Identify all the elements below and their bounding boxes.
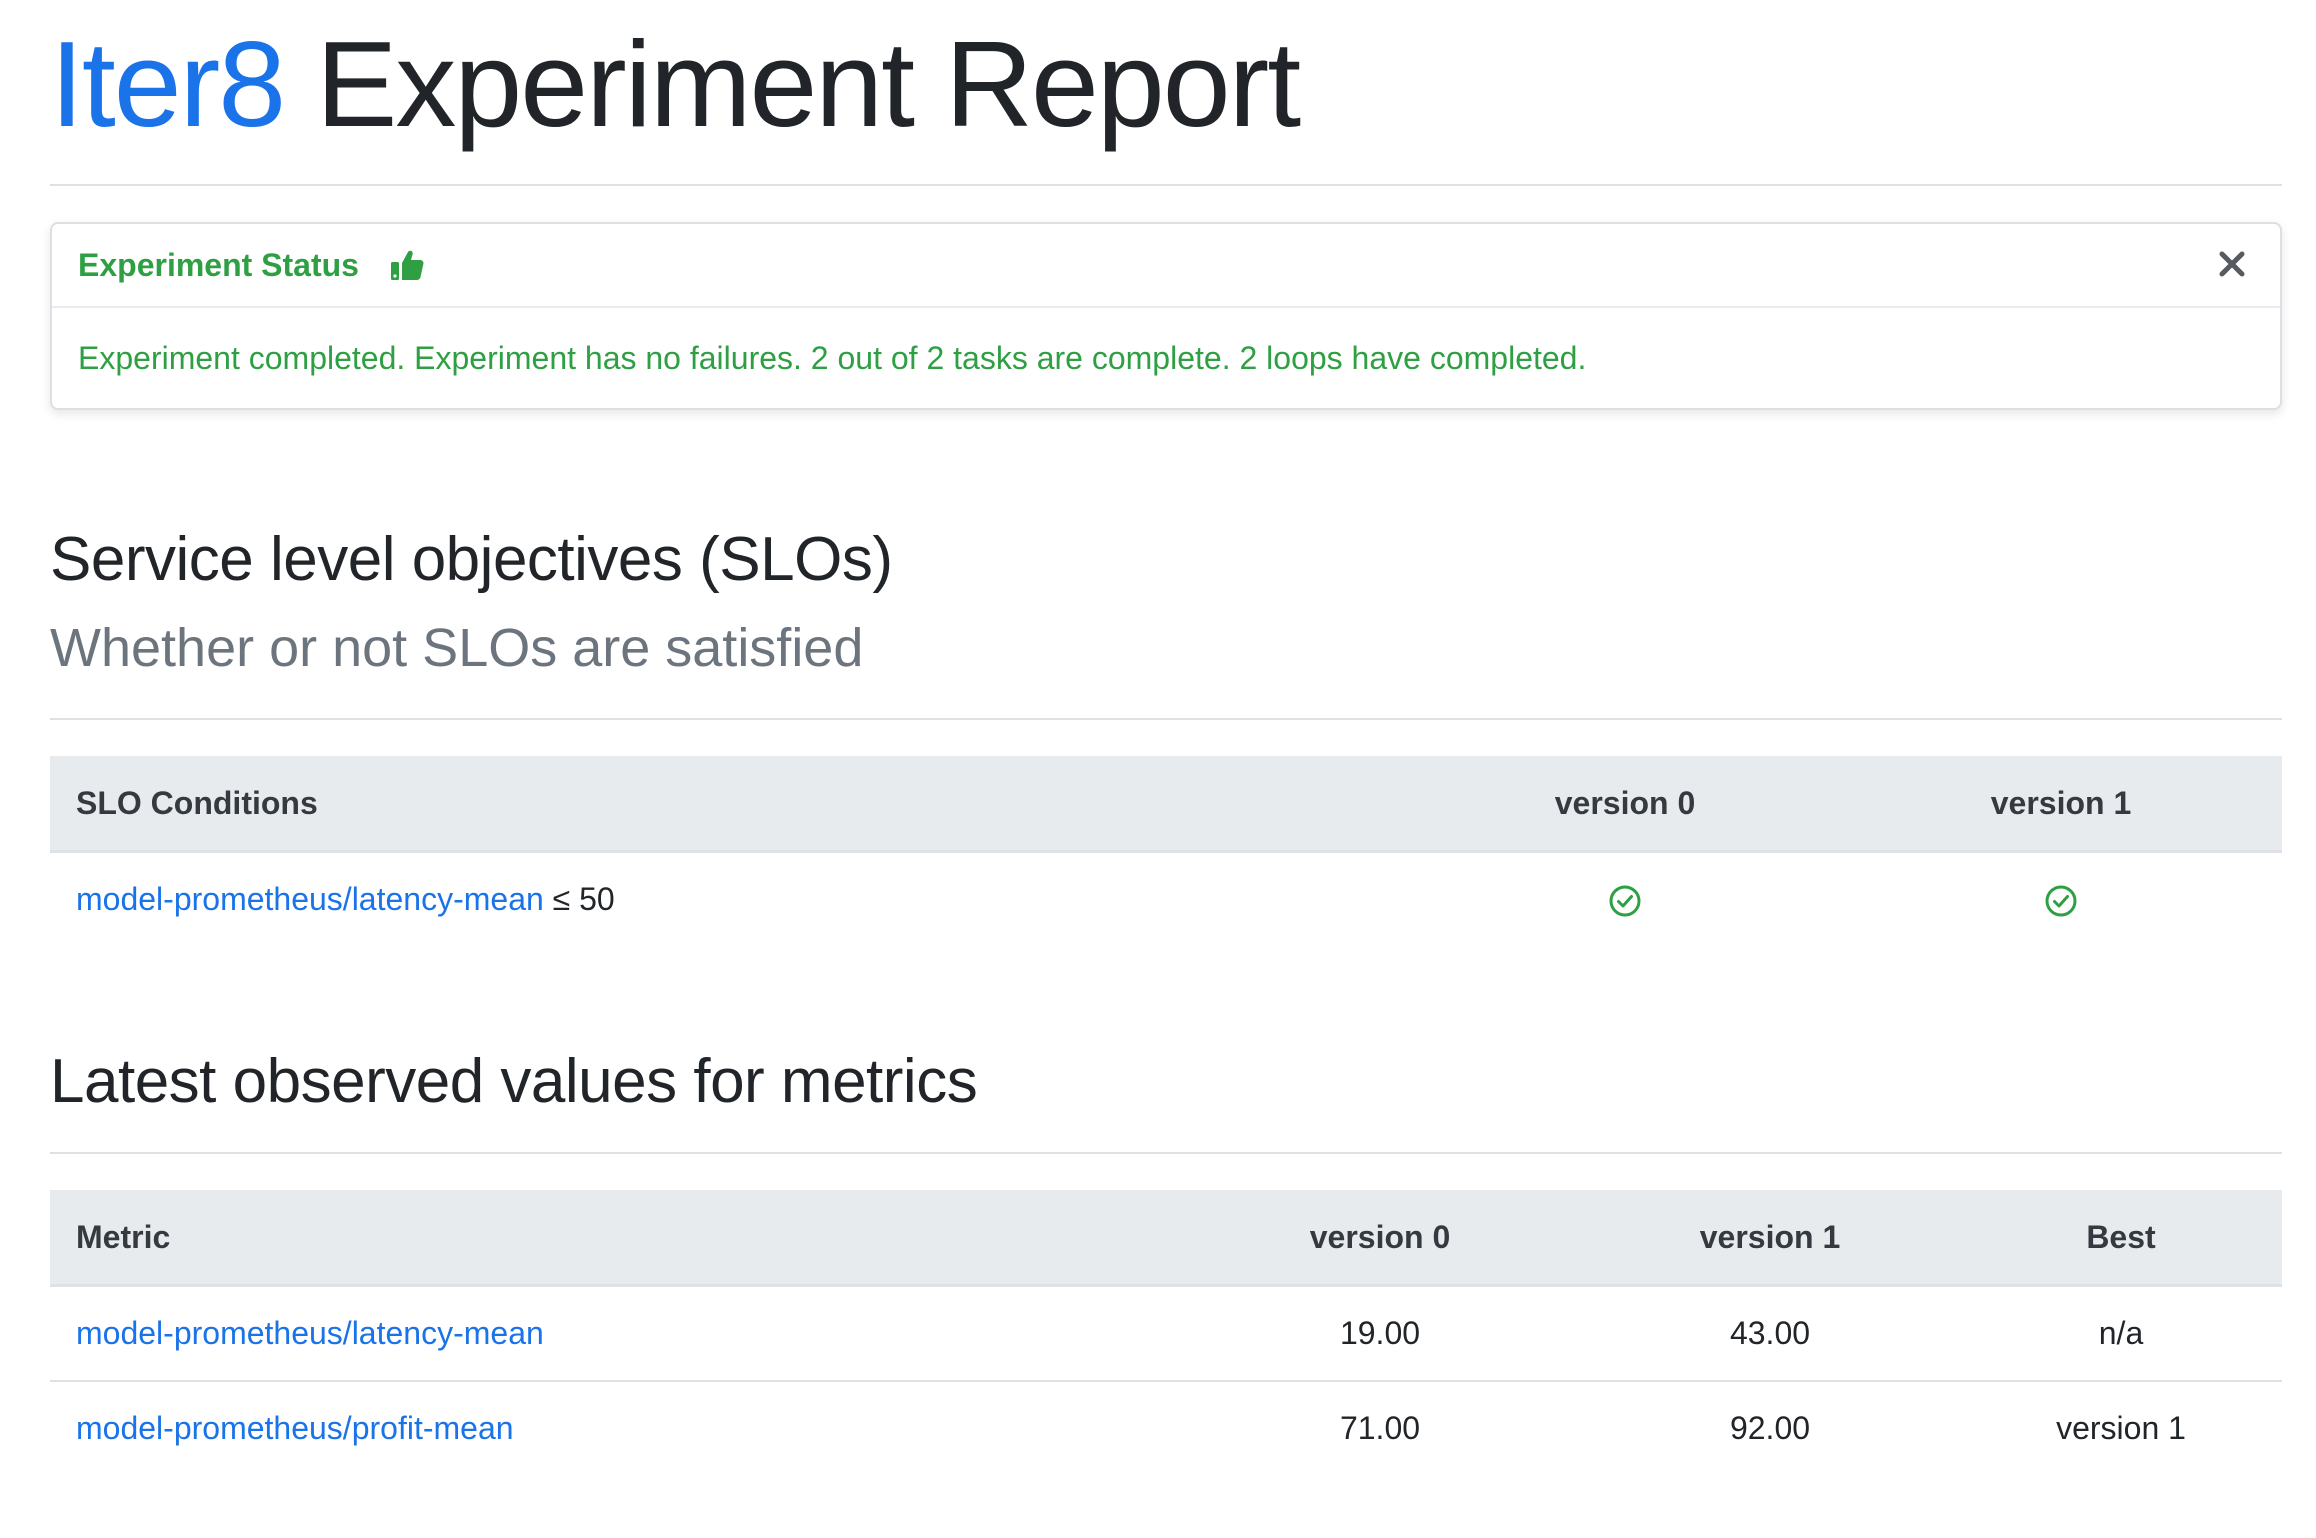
report-page: Iter8 Experiment Report Experiment Statu…	[0, 0, 2316, 1475]
status-title: Experiment Status	[78, 246, 359, 283]
title-divider	[50, 184, 2282, 186]
metric-link[interactable]: model-prometheus/profit-mean	[76, 1410, 514, 1446]
metrics-section: Latest observed values for metrics Metri…	[50, 1046, 2282, 1475]
status-card-header: Experiment Status	[52, 224, 2280, 308]
slo-table: SLO Conditions version 0 version 1 model…	[50, 756, 2282, 946]
slo-col-version1: version 1	[1840, 756, 2282, 853]
slo-row: model-prometheus/latency-mean ≤ 50	[50, 852, 2282, 947]
slo-metric-link[interactable]: model-prometheus/latency-mean	[76, 881, 544, 917]
slo-version0-cell	[1410, 852, 1840, 947]
slo-version1-cell	[1840, 852, 2282, 947]
slo-subheading: Whether or not SLOs are satisfied	[50, 618, 864, 678]
metric-name-cell: model-prometheus/profit-mean	[50, 1381, 1180, 1475]
slo-heading: Service level objectives (SLOs)	[50, 525, 893, 594]
metrics-table: Metric version 0 version 1 Best model-pr…	[50, 1190, 2282, 1475]
check-circle-icon	[2045, 885, 2077, 917]
slo-col-conditions: SLO Conditions	[50, 756, 1410, 853]
status-message: Experiment completed. Experiment has no …	[78, 339, 1587, 376]
thumbs-up-icon	[390, 250, 424, 280]
slo-divider	[50, 718, 2282, 720]
metric-version0-value: 71.00	[1339, 1410, 1421, 1446]
metric-version0-value: 19.00	[1180, 1285, 1580, 1382]
metrics-heading: Latest observed values for metrics	[50, 1047, 978, 1116]
slo-section: Service level objectives (SLOs) Whether …	[50, 524, 2282, 946]
brand-name: Iter8	[50, 16, 286, 152]
page-title: Iter8 Experiment Report	[50, 0, 2282, 154]
metric-best-value: n/a	[1960, 1285, 2282, 1382]
metrics-table-header-row: Metric version 0 version 1 Best	[50, 1190, 2282, 1287]
metrics-divider	[50, 1152, 2282, 1154]
close-icon[interactable]	[2210, 242, 2254, 286]
metric-version1-value: 43.00	[1580, 1285, 1960, 1382]
experiment-status-card: Experiment Status Experiment completed. …	[50, 222, 2282, 410]
metrics-col-version0: version 0	[1180, 1190, 1580, 1287]
slo-table-header-row: SLO Conditions version 0 version 1	[50, 756, 2282, 853]
metric-link[interactable]: model-prometheus/latency-mean	[76, 1315, 544, 1351]
metrics-row: model-prometheus/profit-mean 71.00 92.00…	[50, 1381, 2282, 1475]
slo-condition-cell: model-prometheus/latency-mean ≤ 50	[50, 852, 1410, 947]
check-circle-icon	[1609, 885, 1641, 917]
metric-best-value: version 1	[2056, 1410, 2186, 1446]
metrics-col-version1: version 1	[1580, 1190, 1960, 1287]
slo-col-version0: version 0	[1410, 756, 1840, 853]
page-title-text: Experiment Report	[284, 16, 1301, 152]
slo-condition-threshold: ≤ 50	[552, 881, 615, 917]
metric-name-cell: model-prometheus/latency-mean	[50, 1285, 1180, 1382]
metrics-row: model-prometheus/latency-mean 19.00 43.0…	[50, 1285, 2282, 1382]
metrics-col-best: Best	[1960, 1190, 2282, 1287]
metrics-col-metric: Metric	[50, 1190, 1180, 1287]
metric-version1-value: 92.00	[1729, 1410, 1811, 1446]
